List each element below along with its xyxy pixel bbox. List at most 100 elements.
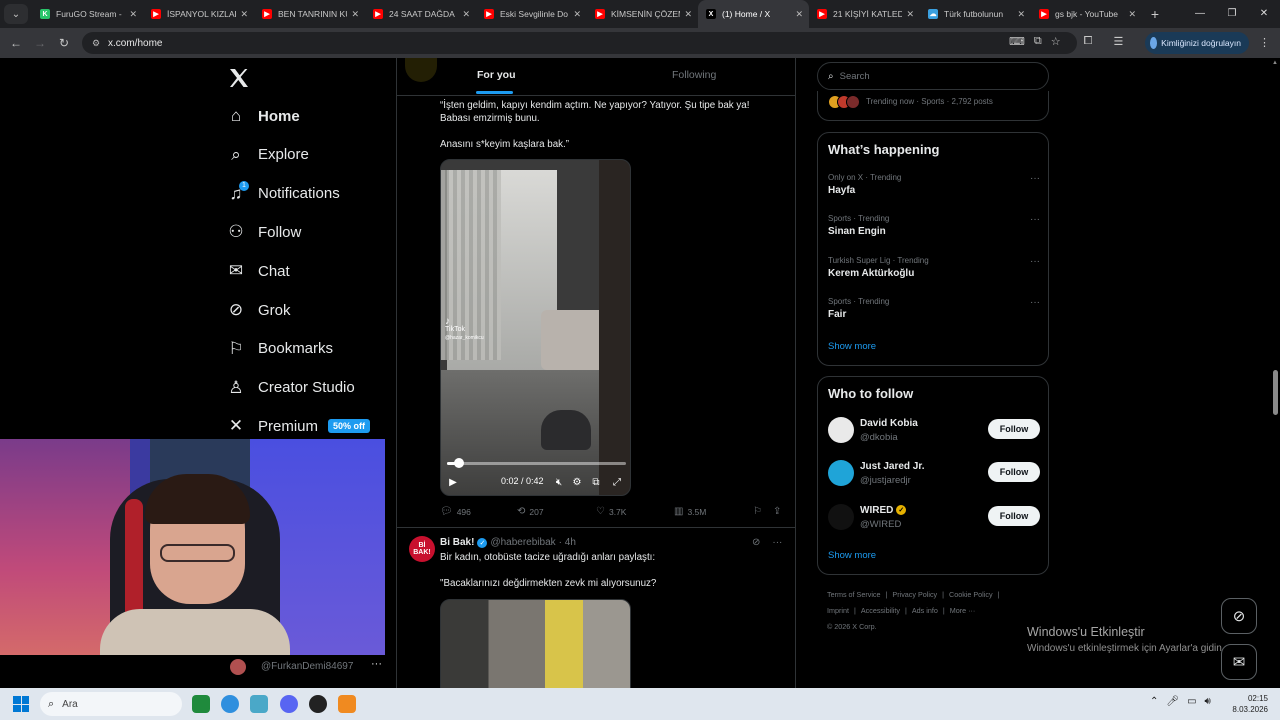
- new-tab-button[interactable]: +: [1142, 6, 1168, 22]
- bookmark-star-icon[interactable]: ☆: [1051, 35, 1061, 48]
- tweet-image[interactable]: [440, 599, 631, 688]
- restore-button[interactable]: ❐: [1216, 0, 1248, 28]
- chat-floating-button[interactable]: ✉: [1221, 644, 1257, 680]
- avatar[interactable]: [828, 460, 854, 487]
- tab-following[interactable]: Following: [672, 69, 716, 81]
- footer-link[interactable]: Imprint: [827, 606, 849, 615]
- follow-suggestion[interactable]: Just Jared Jr. @justjaredjr Follow: [828, 460, 1040, 490]
- views-button[interactable]: ▥ 3.5M: [674, 506, 706, 517]
- mute-icon[interactable]: 🔇︎: [553, 476, 565, 488]
- repost-button[interactable]: ⟲ 207: [517, 506, 544, 517]
- more-icon[interactable]: ···: [772, 537, 782, 548]
- nav-item-chat[interactable]: ✉ Chat: [226, 258, 290, 284]
- page-scrollbar[interactable]: ▲: [1270, 58, 1280, 688]
- tweet-video[interactable]: ♪ TikTok @hazar_komikcu ▶ 0:02 / 0:42 🔇︎…: [440, 159, 631, 496]
- trend-item[interactable]: Sports · Trending Sinan Engin ···: [828, 214, 1040, 237]
- discord-icon[interactable]: [280, 695, 298, 713]
- close-tab-icon[interactable]: ✕: [240, 9, 248, 20]
- minimize-button[interactable]: —: [1184, 0, 1216, 28]
- forward-button[interactable]: →: [28, 36, 52, 50]
- nav-item-notifications[interactable]: ♫ 1 Notifications: [226, 180, 340, 207]
- fullscreen-icon[interactable]: ⤢: [611, 476, 623, 488]
- browser-tab[interactable]: X (1) Home / X ✕: [698, 0, 809, 28]
- play-icon[interactable]: ▶: [447, 476, 459, 488]
- nav-item-follow[interactable]: ⚇ Follow: [226, 219, 301, 245]
- video-progress-handle[interactable]: [453, 458, 464, 468]
- avatar[interactable]: [828, 503, 854, 530]
- browser-menu-icon[interactable]: ⋮: [1259, 36, 1270, 49]
- close-tab-icon[interactable]: ✕: [1017, 9, 1025, 20]
- scrollbar-thumb[interactable]: [1273, 370, 1278, 415]
- more-icon[interactable]: ···: [1030, 297, 1040, 308]
- footer-link[interactable]: Ads info: [912, 606, 938, 615]
- follow-button[interactable]: Follow: [988, 419, 1040, 439]
- settings-icon[interactable]: ⚙: [571, 476, 583, 488]
- more-icon[interactable]: ···: [1030, 173, 1040, 184]
- install-app-icon[interactable]: ⧉: [1034, 35, 1042, 48]
- close-window-button[interactable]: ✕: [1248, 0, 1280, 28]
- bookmark-button[interactable]: ⚐: [753, 506, 766, 517]
- browser-tab[interactable]: ☁ Türk futbolunun ✕: [920, 0, 1031, 28]
- follow-button[interactable]: Follow: [988, 505, 1040, 526]
- like-button[interactable]: ♡ 3.7K: [596, 506, 626, 517]
- video-progress-bar[interactable]: [447, 458, 626, 468]
- footer-link[interactable]: Privacy Policy: [892, 590, 937, 599]
- taskbar-search[interactable]: ⌕ Ara: [40, 692, 182, 716]
- reading-list-icon[interactable]: ☰: [1113, 35, 1123, 48]
- footer-link[interactable]: Terms of Service: [827, 590, 881, 599]
- taskbar-clock[interactable]: 02:15 8.03.2026: [1232, 693, 1268, 715]
- close-tab-icon[interactable]: ✕: [1128, 9, 1136, 20]
- profile-button[interactable]: Kimliğinizi doğrulayın: [1145, 32, 1249, 54]
- browser-tab[interactable]: ▶ İSPANYOL KIZLAR ✕: [143, 0, 254, 28]
- close-tab-icon[interactable]: ✕: [129, 9, 137, 20]
- suggestion-name[interactable]: David Kobia: [860, 418, 918, 429]
- follow-suggestion[interactable]: David Kobia @dkobia Follow: [828, 417, 1040, 447]
- tab-for-you[interactable]: For you: [477, 69, 516, 81]
- scroll-up-icon[interactable]: ▲: [1272, 60, 1278, 66]
- volume-icon[interactable]: 🔊︎: [1205, 696, 1211, 707]
- account-switcher[interactable]: @FurkanDemi84697 ···: [0, 655, 385, 677]
- author-name[interactable]: Bi Bak!: [440, 537, 474, 548]
- search-input[interactable]: ⌕ Search: [817, 62, 1049, 90]
- browser-tab[interactable]: ▶ KİMSENİN ÇÖZEM ✕: [587, 0, 698, 28]
- taskbar-app-icon[interactable]: [250, 695, 268, 713]
- nav-item-creator-studio[interactable]: ♙ Creator Studio: [226, 375, 354, 401]
- more-icon[interactable]: ···: [371, 658, 382, 670]
- footer-link[interactable]: Cookie Policy: [949, 590, 993, 599]
- footer-link[interactable]: More ···: [950, 606, 976, 615]
- follow-show-more-link[interactable]: Show more: [828, 550, 876, 561]
- reload-button[interactable]: ↻: [52, 36, 76, 50]
- trends-show-more-link[interactable]: Show more: [828, 341, 876, 352]
- site-info-icon[interactable]: ⚙: [88, 35, 104, 51]
- url-field[interactable]: ⚙ x.com/home: [82, 32, 1077, 54]
- close-tab-icon[interactable]: ✕: [573, 9, 581, 20]
- browser-tab[interactable]: ▶ 24 SAAT DAĞDA ✕: [365, 0, 476, 28]
- x-logo-icon[interactable]: [227, 66, 251, 90]
- browser-tab[interactable]: K FuruGO Stream - ✕: [32, 0, 143, 28]
- close-tab-icon[interactable]: ✕: [684, 9, 692, 20]
- extensions-icon[interactable]: ⧠: [1084, 35, 1093, 48]
- share-button[interactable]: ⇪: [773, 506, 785, 517]
- windows-start-icon[interactable]: [13, 696, 29, 712]
- browser-tab[interactable]: ▶ Eski Sevgilinle Do ✕: [476, 0, 587, 28]
- more-icon[interactable]: ···: [1030, 256, 1040, 267]
- follow-suggestion[interactable]: WIRED ✓ @WIRED Follow: [828, 503, 1040, 534]
- close-tab-icon[interactable]: ✕: [462, 9, 470, 20]
- browser-tab[interactable]: ▶ gs bjk - YouTube ✕: [1031, 0, 1142, 28]
- more-icon[interactable]: ···: [1030, 214, 1040, 225]
- close-tab-icon[interactable]: ✕: [351, 9, 359, 20]
- trend-item[interactable]: Turkish Super Lig · Trending Kerem Aktürk…: [828, 256, 1040, 279]
- nav-item-bookmarks[interactable]: ⚐ Bookmarks: [226, 336, 333, 362]
- translate-icon[interactable]: ⌨: [1009, 35, 1025, 48]
- follow-button[interactable]: Follow: [988, 462, 1040, 483]
- close-tab-icon[interactable]: ✕: [795, 9, 803, 20]
- taskbar-app-icon[interactable]: [338, 695, 356, 713]
- trending-now-card[interactable]: Trending now · Sports · 2,792 posts: [817, 91, 1049, 121]
- trend-item[interactable]: Only on X · Trending Hayfa ···: [828, 173, 1040, 196]
- tab-search-button[interactable]: ⌄: [4, 4, 28, 24]
- trend-item[interactable]: Sports · Trending Fair ···: [828, 297, 1040, 320]
- taskbar-app-icon[interactable]: [192, 695, 210, 713]
- nav-item-grok[interactable]: ⊘ Grok: [226, 297, 291, 323]
- tweet-time[interactable]: · 4h: [559, 537, 576, 548]
- avatar[interactable]: [828, 417, 854, 443]
